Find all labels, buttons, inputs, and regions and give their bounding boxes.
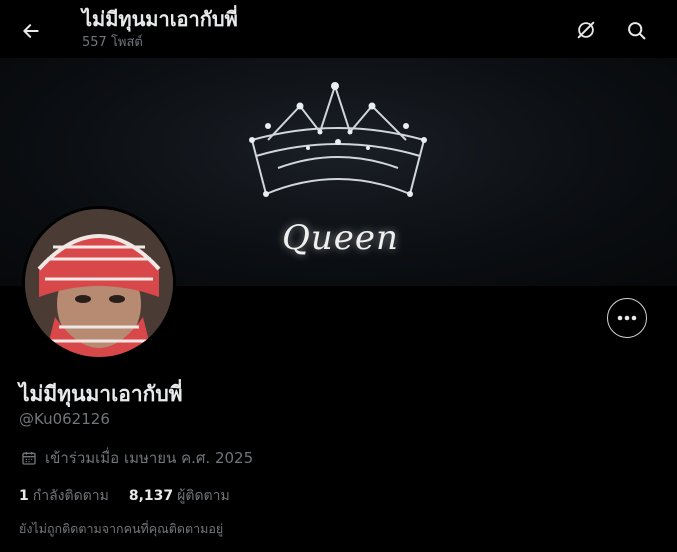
back-button[interactable] (14, 14, 48, 48)
display-name: ไม่มีทุนมาเอากับพี่ (19, 382, 183, 406)
grok-icon (577, 21, 595, 39)
search-button[interactable] (619, 13, 653, 47)
user-handle: @Ku062126 (19, 410, 110, 428)
followers-label: ผู้ติดตาม (177, 488, 230, 504)
grok-button[interactable] (569, 13, 603, 47)
follow-stats: 1 กำลังติดตาม 8,137 ผู้ติดตาม (19, 485, 230, 507)
avatar[interactable] (22, 206, 176, 360)
avatar-image (25, 209, 173, 357)
followers-count: 8,137 (128, 488, 174, 504)
not-followed-note: ยังไม่ถูกติดตามจากคนที่คุณติดตามอยู่ (19, 521, 224, 536)
followers-link[interactable]: 8,137 ผู้ติดตาม (129, 485, 230, 507)
calendar-icon (22, 452, 36, 465)
arrow-left-icon (23, 24, 39, 38)
joined-date: เข้าร่วมเมื่อ เมษายน ค.ศ. 2025 (21, 446, 253, 470)
header-title-block: ไม่มีทุนมาเอากับพี่ 557 โพสต์ (82, 6, 238, 52)
more-options-button[interactable] (607, 298, 647, 338)
crown-image (249, 82, 427, 197)
following-count: 1 (19, 488, 29, 504)
following-label: กำลังติดตาม (32, 488, 109, 504)
top-bar: ไม่มีทุนมาเอากับพี่ 557 โพสต์ (0, 0, 677, 58)
following-link[interactable]: 1 กำลังติดตาม (19, 485, 109, 507)
post-count: 557 โพสต์ (82, 35, 143, 50)
joined-text: เข้าร่วมเมื่อ เมษายน ค.ศ. 2025 (45, 449, 254, 467)
search-icon (627, 21, 645, 39)
more-horizontal-icon (617, 315, 637, 321)
header-title: ไม่มีทุนมาเอากับพี่ (82, 7, 238, 31)
banner-text: Queen (282, 218, 399, 258)
